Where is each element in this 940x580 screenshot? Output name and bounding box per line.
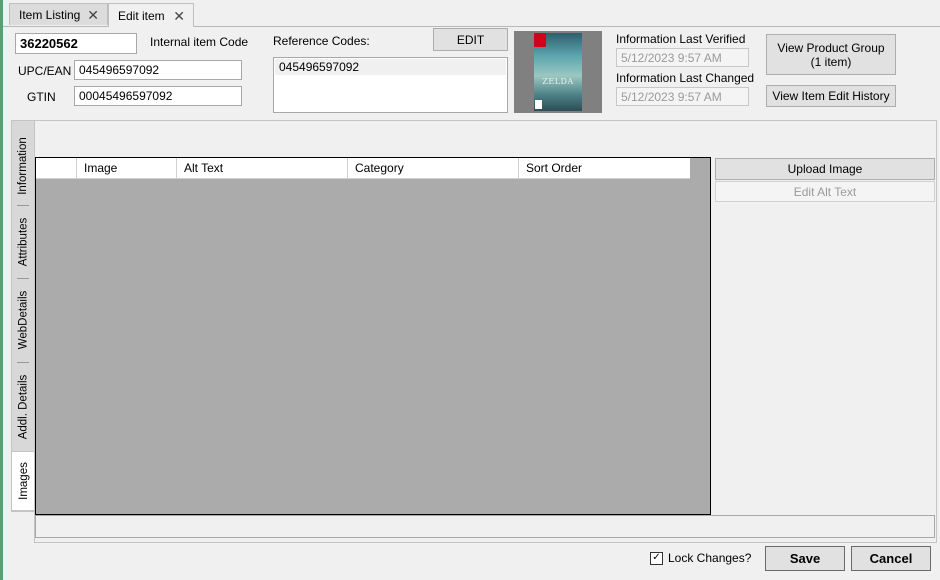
last-verified-label: Information Last Verified (616, 32, 746, 46)
reference-codes-label: Reference Codes: (273, 34, 370, 48)
gtin-field[interactable]: 00045496597092 (74, 86, 242, 106)
tab-label: Images (17, 462, 30, 500)
tab-label: Edit item (118, 8, 165, 23)
edit-reference-codes-button[interactable]: EDIT (433, 28, 508, 51)
view-product-group-count: (1 item) (810, 54, 852, 69)
tab-webdetails[interactable]: WebDetails (12, 280, 34, 360)
tab-addl-details[interactable]: Addl. Details (12, 364, 34, 449)
column-header-category[interactable]: Category (348, 158, 519, 178)
upc-label: UPC/EAN (18, 64, 72, 78)
tab-divider (17, 362, 29, 363)
lock-changes-label: Lock Changes? (668, 551, 752, 565)
grid-header: Image Alt Text Category Sort Order (36, 158, 690, 179)
grid-status-bar (35, 515, 935, 538)
tab-divider (17, 278, 29, 279)
view-product-group-button[interactable]: View Product Group (1 item) (766, 34, 896, 75)
tab-label: Item Listing (19, 7, 81, 22)
lock-changes-control[interactable]: ✓ Lock Changes? (650, 551, 751, 565)
internal-code-label: Internal item Code (150, 35, 249, 49)
item-number-field[interactable]: 36220562 (15, 33, 137, 54)
images-grid[interactable]: Image Alt Text Category Sort Order (35, 157, 711, 515)
tab-edit-item[interactable]: Edit item ✕ (108, 3, 194, 27)
tab-label: Addl. Details (17, 374, 29, 439)
save-button[interactable]: Save (765, 546, 845, 571)
cover-logo-text: ZELDA (542, 77, 574, 86)
tab-label: WebDetails (17, 290, 29, 350)
lock-changes-checkbox[interactable]: ✓ (650, 551, 663, 565)
column-header-alt-text[interactable]: Alt Text (177, 158, 348, 178)
switch-logo-band (534, 33, 546, 47)
tab-label: Attributes (17, 217, 30, 267)
view-edit-history-button[interactable]: View Item Edit History (766, 85, 896, 107)
close-icon[interactable]: ✕ (173, 9, 185, 23)
column-header-selector[interactable] (36, 158, 77, 178)
column-header-sort-order[interactable]: Sort Order (519, 158, 690, 178)
upload-image-button[interactable]: Upload Image (715, 158, 935, 180)
edit-alt-text-button[interactable]: Edit Alt Text (715, 181, 935, 202)
tab-item-listing[interactable]: Item Listing ✕ (9, 3, 108, 25)
window-left-edge (0, 0, 3, 580)
list-item[interactable]: 045496597092 (275, 59, 506, 75)
tab-label: Information (17, 137, 29, 195)
last-changed-label: Information Last Changed (616, 71, 755, 85)
column-header-image[interactable]: Image (77, 158, 177, 178)
last-verified-field: 5/12/2023 9:57 AM (616, 48, 749, 67)
view-product-group-label: View Product Group (777, 40, 885, 55)
tab-attributes[interactable]: Attributes (12, 207, 34, 277)
close-icon[interactable]: ✕ (87, 8, 99, 22)
side-tab-strip: Information Attributes WebDetails Addl. … (11, 120, 35, 512)
upc-field[interactable]: 045496597092 (74, 60, 242, 80)
reference-codes-list[interactable]: 045496597092 (273, 57, 508, 113)
tab-divider (17, 205, 29, 206)
cancel-button[interactable]: Cancel (851, 546, 931, 571)
product-image: ZELDA (534, 33, 582, 111)
gtin-label: GTIN (27, 90, 56, 104)
tab-images[interactable]: Images (11, 451, 35, 511)
last-changed-field: 5/12/2023 9:57 AM (616, 87, 749, 106)
rating-badge (535, 100, 542, 109)
tab-information[interactable]: Information (12, 127, 34, 205)
document-tab-strip: Item Listing ✕ Edit item ✕ (3, 0, 940, 27)
